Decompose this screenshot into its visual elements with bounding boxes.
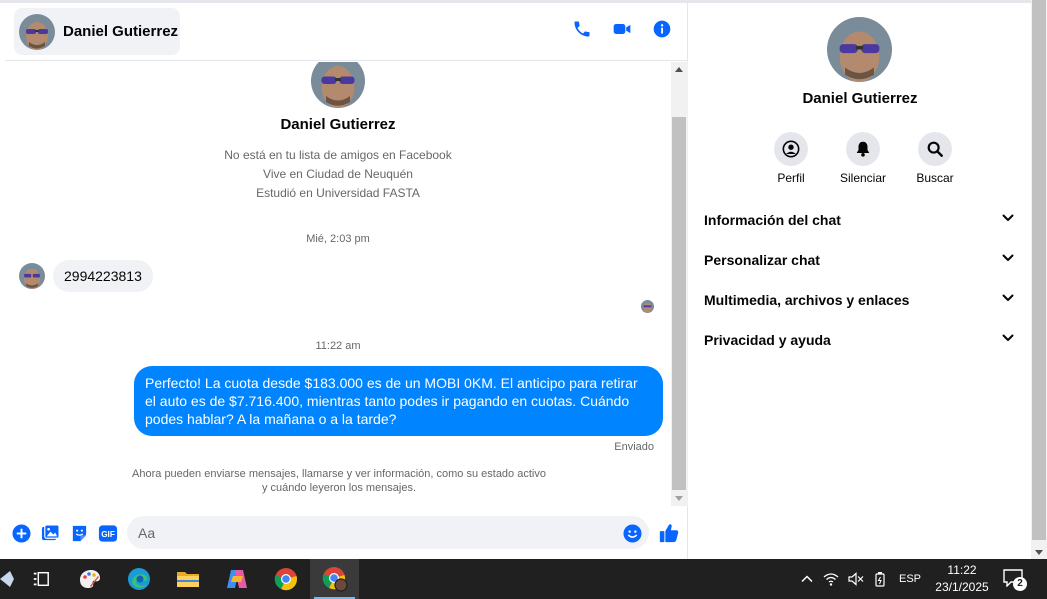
chevron-down-icon — [1001, 251, 1015, 270]
search-icon — [918, 132, 952, 166]
info-sections: Información del chat Personalizar chat M… — [689, 200, 1031, 360]
plus-icon[interactable] — [11, 523, 31, 543]
chevron-up-icon[interactable] — [800, 572, 814, 586]
composer: GIF — [5, 506, 688, 559]
profile-name: Daniel Gutierrez — [280, 116, 396, 133]
section-title: Privacidad y ayuda — [704, 332, 831, 348]
profile-avatar — [311, 62, 365, 108]
battery-icon[interactable] — [873, 571, 887, 587]
clock-time: 11:22 — [947, 563, 977, 577]
edge-icon[interactable] — [114, 559, 163, 599]
message-list[interactable]: Daniel Gutierrez No está en tu lista de … — [5, 62, 671, 506]
encryption-notice: Ahora pueden enviarse mensajes, llamarse… — [122, 467, 556, 495]
system-tray: ESP — [800, 559, 921, 599]
section-media-files-links[interactable]: Multimedia, archivos y enlaces — [689, 280, 1031, 320]
composer-tools: GIF — [11, 523, 118, 543]
sender-avatar[interactable] — [19, 263, 45, 289]
profile-intro: Daniel Gutierrez No está en tu lista de … — [5, 62, 671, 200]
scroll-down-arrow[interactable] — [675, 496, 683, 501]
bell-icon — [846, 132, 880, 166]
notification-center-button[interactable]: 2 — [1003, 569, 1029, 591]
outgoing-bubble[interactable]: Perfecto! La cuota desde $183.000 es de … — [134, 366, 663, 436]
mute-label: Silenciar — [839, 171, 887, 185]
taskbar-apps — [16, 559, 359, 599]
messenger-window: Daniel Gutierrez Daniel Gutierrez No est… — [0, 0, 1047, 559]
seen-indicator-avatar — [641, 300, 654, 313]
search-label: Buscar — [916, 171, 954, 185]
info-icon[interactable] — [650, 17, 674, 41]
profile-friend-status: No está en tu lista de amigos en Faceboo… — [224, 148, 452, 162]
chevron-down-icon — [1001, 211, 1015, 230]
message-input[interactable] — [127, 516, 649, 549]
window-scroll-down-arrow[interactable] — [1035, 550, 1043, 555]
search-button[interactable]: Buscar — [913, 132, 957, 185]
profile-icon — [774, 132, 808, 166]
section-chat-info[interactable]: Información del chat — [689, 200, 1031, 240]
profile-education: Estudió en Universidad FASTA — [256, 186, 420, 200]
contact-name: Daniel Gutierrez — [63, 23, 179, 40]
photo-icon[interactable] — [40, 523, 60, 543]
partial-app-icon[interactable] — [0, 567, 14, 591]
video-camera-icon[interactable] — [610, 17, 634, 41]
notice-line: y cuándo leyeron los mensajes. — [261, 482, 417, 494]
profile-label: Perfil — [777, 171, 805, 185]
mute-button[interactable]: Silenciar — [840, 132, 886, 185]
incoming-message: 2994223813 — [19, 260, 153, 292]
task-view-icon[interactable] — [16, 559, 65, 599]
info-avatar[interactable] — [827, 17, 892, 82]
volume-muted-icon[interactable] — [848, 571, 864, 587]
gif-icon[interactable]: GIF — [98, 523, 118, 543]
taskbar-clock[interactable]: 11:22 23/1/2025 — [926, 562, 998, 596]
chat-info-panel: Daniel Gutierrez Perfil Silenciar Buscar — [689, 3, 1031, 559]
profile-location: Vive en Ciudad de Neuquén — [263, 167, 413, 181]
scroll-up-arrow[interactable] — [675, 67, 683, 72]
emoji-icon[interactable] — [623, 524, 642, 548]
copilot-icon[interactable] — [212, 559, 261, 599]
gif-label: GIF — [101, 530, 115, 539]
message-timestamp: Mié, 2:03 pm — [306, 233, 370, 245]
contact-header-button[interactable]: Daniel Gutierrez — [14, 8, 180, 55]
clock-date: 23/1/2025 — [935, 580, 989, 594]
chat-scrollbar[interactable] — [671, 62, 688, 506]
language-indicator[interactable]: ESP — [899, 573, 921, 585]
paint-icon[interactable] — [65, 559, 114, 599]
notification-count: 2 — [1013, 577, 1027, 591]
section-title: Personalizar chat — [704, 252, 820, 268]
window-scrollbar[interactable] — [1031, 0, 1047, 559]
contact-avatar — [19, 13, 55, 50]
section-customize-chat[interactable]: Personalizar chat — [689, 240, 1031, 280]
profile-button[interactable]: Perfil — [769, 132, 813, 185]
chevron-down-icon — [1001, 291, 1015, 310]
windows-taskbar: ESP 11:22 23/1/2025 2 — [0, 559, 1047, 599]
chrome-profile-icon[interactable] — [310, 559, 359, 599]
file-explorer-icon[interactable] — [163, 559, 212, 599]
message-timestamp: 11:22 am — [315, 340, 361, 352]
notice-line: Ahora pueden enviarse mensajes, llamarse… — [132, 468, 546, 480]
like-icon[interactable] — [658, 522, 680, 549]
scroll-thumb[interactable] — [672, 117, 686, 490]
section-title: Información del chat — [704, 212, 841, 228]
chat-panel: Daniel Gutierrez Daniel Gutierrez No est… — [5, 3, 688, 559]
info-contact-name: Daniel Gutierrez — [802, 90, 918, 107]
section-title: Multimedia, archivos y enlaces — [704, 292, 910, 308]
info-actions: Perfil Silenciar Buscar — [769, 132, 957, 185]
incoming-bubble[interactable]: 2994223813 — [53, 260, 153, 292]
header-actions — [570, 17, 674, 41]
phone-icon[interactable] — [570, 17, 594, 41]
sent-status: Enviado — [614, 441, 654, 453]
window-scroll-thumb[interactable] — [1032, 0, 1046, 540]
chevron-down-icon — [1001, 331, 1015, 350]
section-privacy-help[interactable]: Privacidad y ayuda — [689, 320, 1031, 360]
chat-header: Daniel Gutierrez — [5, 3, 688, 61]
wifi-icon[interactable] — [823, 571, 839, 587]
chrome-icon[interactable] — [261, 559, 310, 599]
sticker-icon[interactable] — [69, 523, 89, 543]
